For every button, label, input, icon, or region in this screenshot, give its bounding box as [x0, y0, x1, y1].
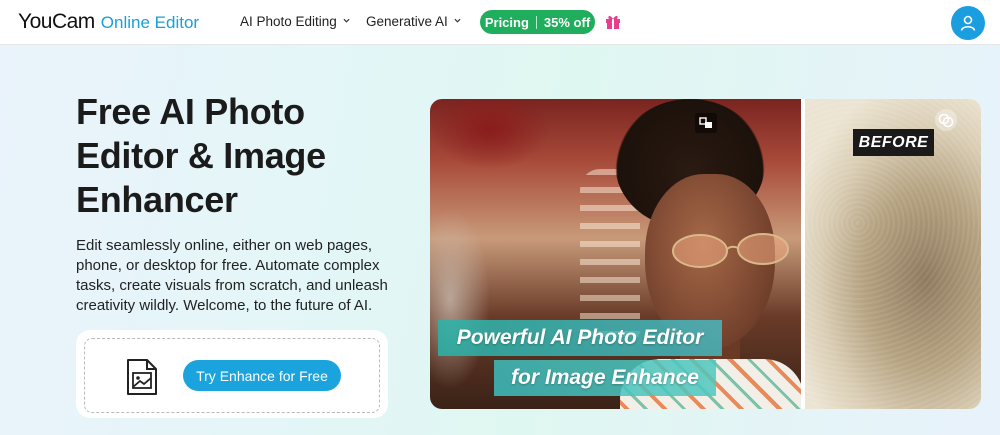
- before-after-showcase[interactable]: BEFORE Powerful AI Photo Editor for Imag…: [430, 99, 981, 409]
- gift-icon[interactable]: [604, 12, 622, 30]
- hero-description: Edit seamlessly online, either on web pa…: [76, 237, 388, 314]
- promo-banner-line2: for Image Enhance: [494, 360, 716, 396]
- pricing-label: Pricing: [484, 14, 529, 30]
- chevron-down-icon: [454, 18, 461, 23]
- swap-view-icon[interactable]: [695, 113, 717, 133]
- top-nav-bar: YouCam Online Editor AI Photo Editing Ge…: [0, 0, 1000, 45]
- nav-ai-photo-editing[interactable]: AI Photo Editing: [240, 14, 350, 29]
- discount-label: 35% off: [543, 14, 591, 30]
- chevron-down-icon: [343, 18, 350, 23]
- nav-generative-ai[interactable]: Generative AI: [366, 14, 461, 29]
- page-title: Free AI Photo Editor & Image Enhancer: [76, 91, 326, 220]
- user-icon: [960, 15, 976, 31]
- upload-card: Try Enhance for Free: [76, 330, 388, 418]
- before-badge: BEFORE: [853, 129, 934, 156]
- compare-icon[interactable]: [935, 109, 957, 131]
- upload-dropzone[interactable]: Try Enhance for Free: [84, 338, 380, 413]
- logo-sub-text: Online Editor: [100, 13, 200, 32]
- sunglasses-graphic: [672, 233, 789, 268]
- promo-banner-line1: Powerful AI Photo Editor: [438, 320, 722, 356]
- user-avatar-button[interactable]: [951, 6, 985, 40]
- pill-divider: [535, 15, 537, 29]
- logo[interactable]: YouCam Online Editor: [18, 10, 199, 34]
- pricing-button[interactable]: Pricing 35% off: [480, 10, 595, 34]
- nav-label: AI Photo Editing: [240, 14, 337, 29]
- try-enhance-button[interactable]: Try Enhance for Free: [183, 360, 341, 391]
- image-upload-icon: [127, 359, 157, 395]
- nav-label: Generative AI: [366, 14, 448, 29]
- logo-main-text: YouCam: [18, 10, 95, 33]
